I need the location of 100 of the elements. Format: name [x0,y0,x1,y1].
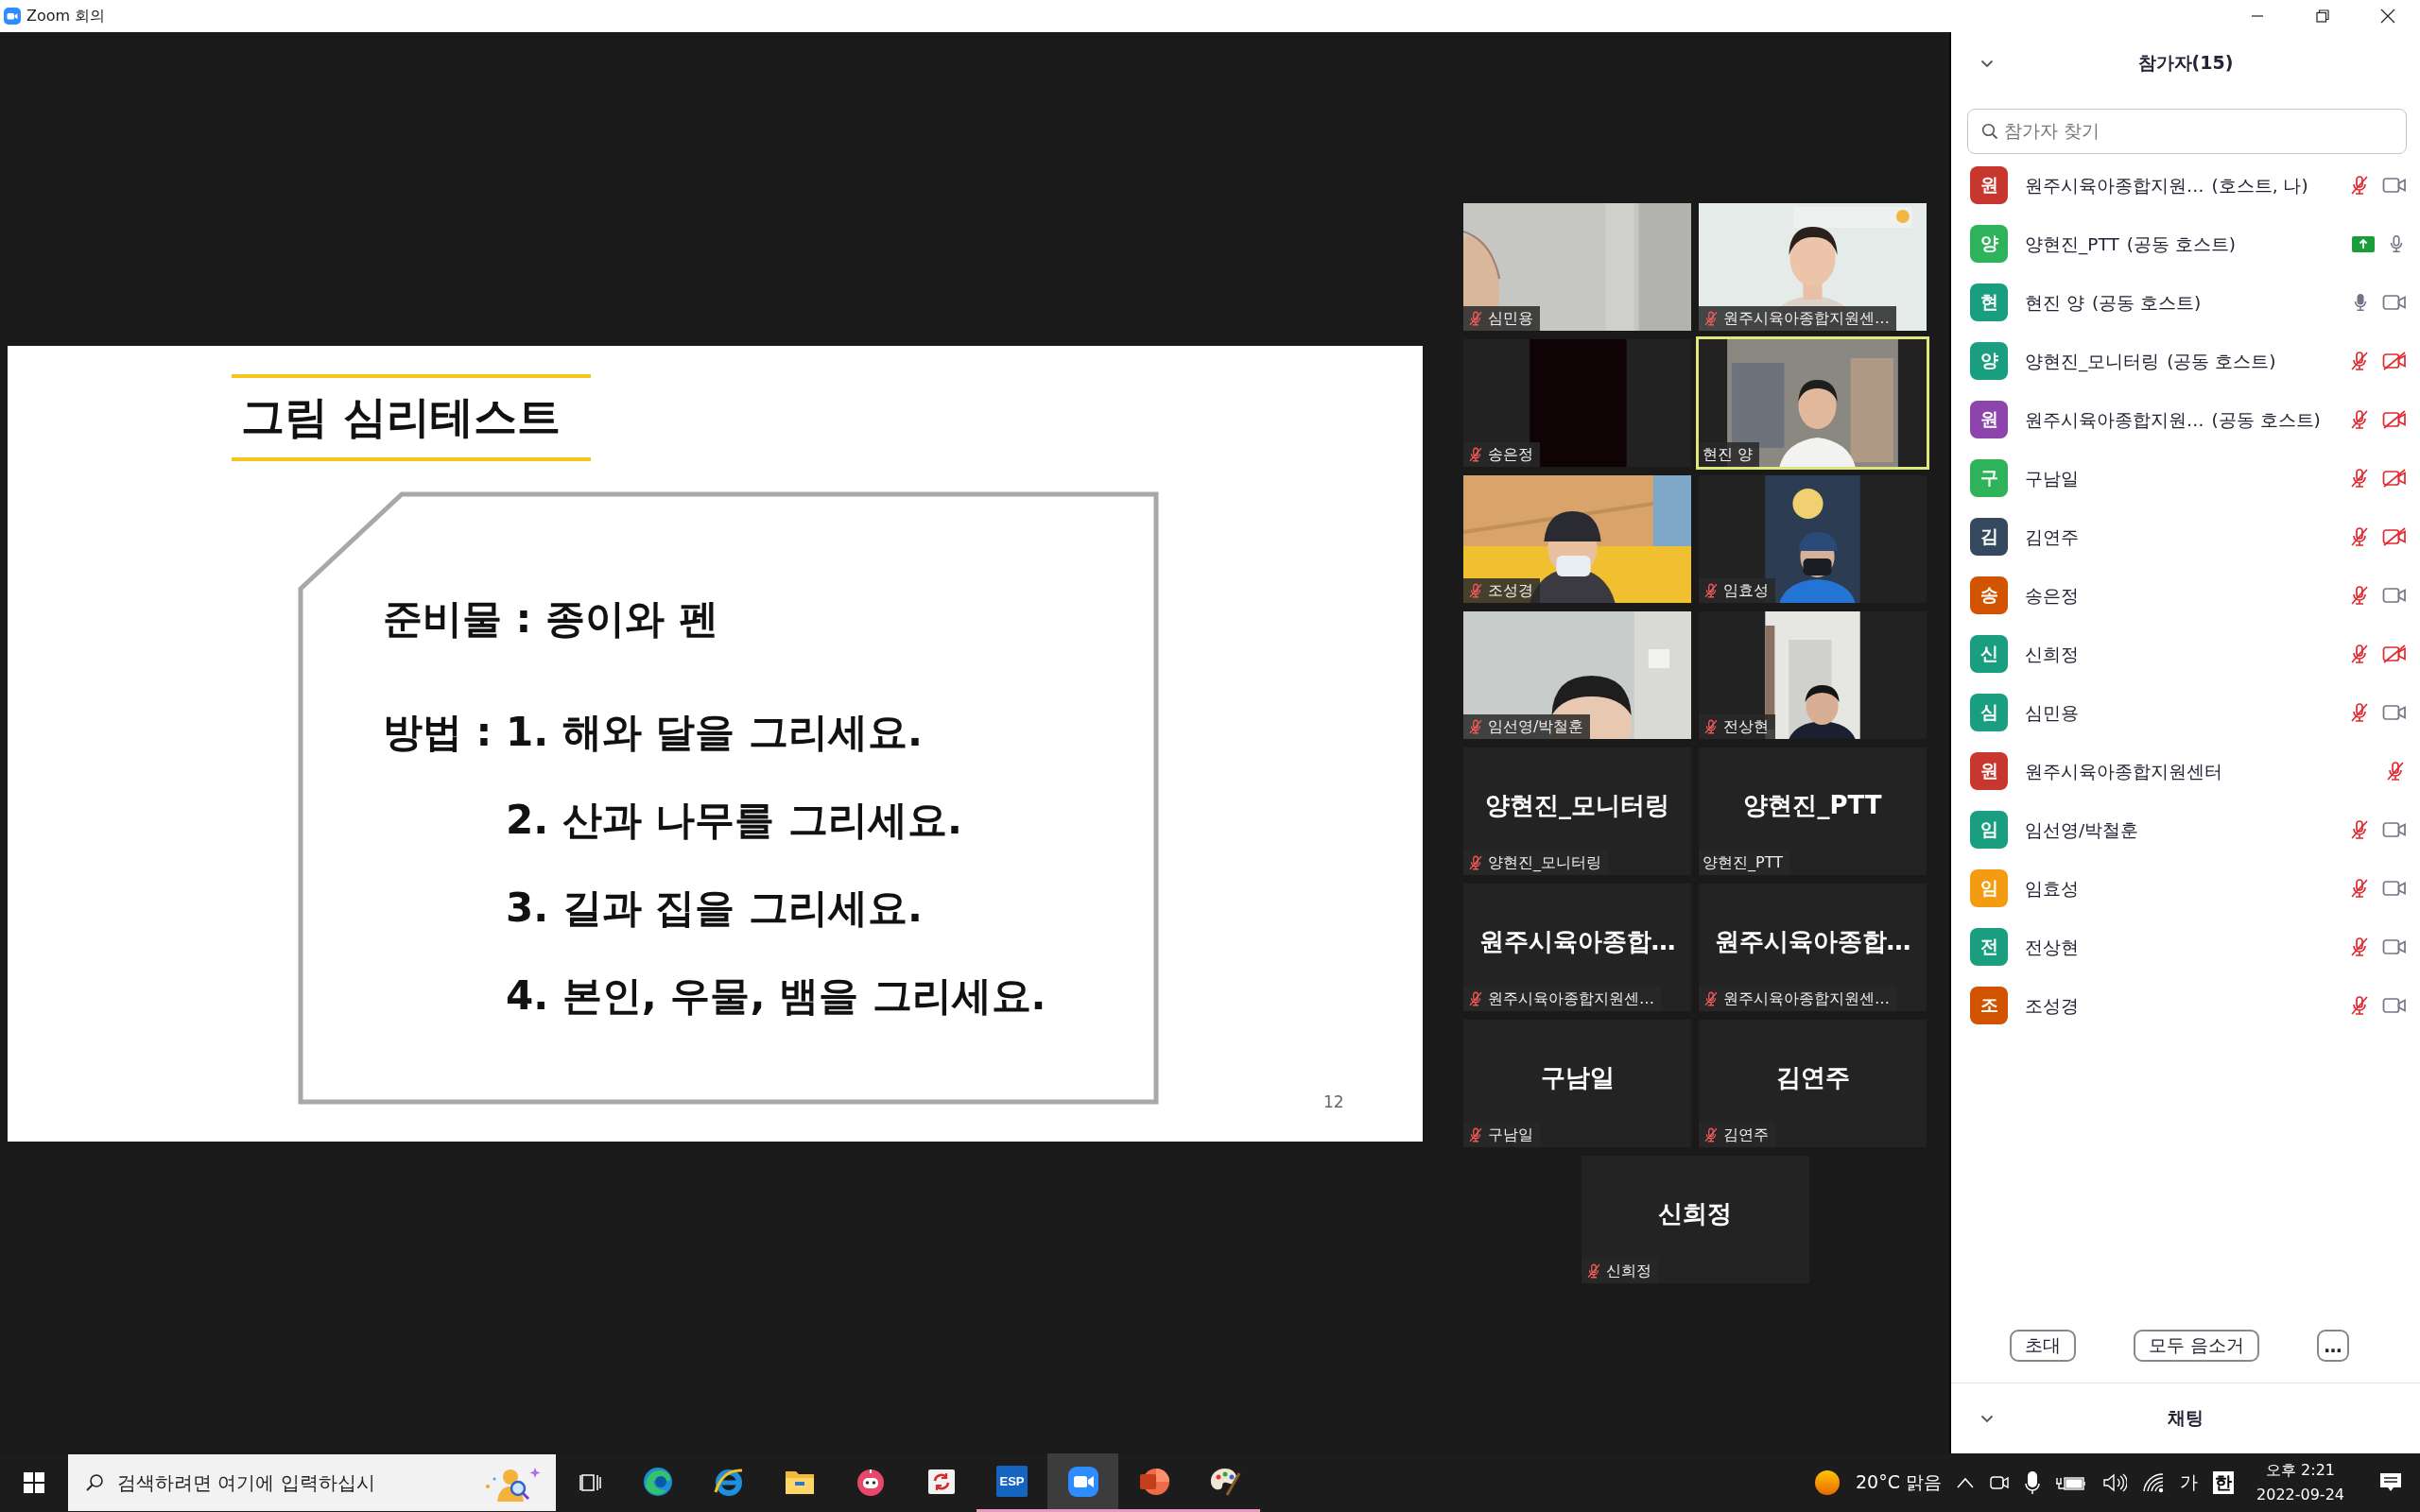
clock-time[interactable]: 오후 2:21 [2266,1458,2335,1483]
name-label: 신희정 [1581,1259,1658,1283]
participant-name: 전상현 [2025,936,2079,959]
video-tile[interactable]: 원주시육아종합지원센… [1699,203,1927,331]
avatar-initial: 양 [1970,342,2008,380]
participant-name: 송은정 [2025,584,2079,608]
participant-name: 원주시육아종합… [1478,926,1677,957]
name-label: 원주시육아종합지원센… [1463,987,1661,1011]
participant-row[interactable]: 양 양현진_PTT (공동 호스트) [1951,215,2420,273]
participant-name: 임선영/박철훈 [2025,818,2139,842]
edge-browser-icon [641,1465,674,1498]
video-tile[interactable]: 구남일 구남일 [1463,1020,1691,1147]
page-number: 12 [1323,1092,1344,1111]
restore-icon [2315,9,2329,23]
participant-row[interactable]: 임 임효성 [1951,859,2420,918]
name-label: 구남일 [1463,1123,1540,1147]
participant-name: 김연주 [1774,1062,1851,1093]
avatar-initial: 조 [1970,987,2008,1024]
name-label: 전상현 [1699,714,1775,739]
window-title: Zoom 회의 [26,6,106,26]
participant-row[interactable]: 원 원주시육아종합지원… (공동 호스트) [1951,390,2420,449]
video-tile[interactable]: 조성경 [1463,475,1691,603]
search-field[interactable]: 참가자 찾기 [1967,109,2407,154]
participant-name: 김연주 [2025,525,2079,549]
camera-logo-icon [4,8,21,25]
participant-row[interactable]: 신 신희정 [1951,625,2420,683]
esp-app-icon: ESP [996,1466,1028,1497]
invite-button[interactable]: 초대 [2010,1330,2076,1362]
windows-logo-icon [24,1472,44,1493]
taskbar-app-button[interactable] [1047,1453,1118,1512]
sun-icon [1814,1469,1841,1496]
video-tile[interactable]: 양현진_모니터링 양현진_모니터링 [1463,747,1691,875]
participant-name: 원주시육아종합지원… [2025,174,2204,198]
participant-name: 신희정 [1657,1198,1733,1229]
avatar-initial: 송 [1970,576,2008,614]
participant-name: 구남일 [2025,467,2079,490]
avatar-initial: 심 [1970,694,2008,731]
participant-name: 원주시육아종합지원센터 [2025,760,2222,783]
name-label: 원주시육아종합지원센… [1699,987,1896,1011]
participant-role: (공동 호스트) [2211,408,2321,432]
avatar-initial: 전 [1970,928,2008,966]
video-tile[interactable]: 양현진_PTT 양현진_PTT [1699,747,1927,875]
clock-date[interactable]: 2022-09-24 [2256,1483,2344,1507]
participant-row[interactable]: 양 양현진_모니터링 (공동 호스트) [1951,332,2420,390]
chevron-down-icon[interactable] [1980,59,1994,68]
participant-row[interactable]: 심 심민용 [1951,683,2420,742]
participant-row[interactable]: 원 원주시육아종합지원센터 [1951,742,2420,800]
participant-row[interactable]: 원 원주시육아종합지원… (호스트, 나) [1951,156,2420,215]
video-tile[interactable]: 신희정 신희정 [1581,1156,1809,1283]
chevron-up-icon[interactable] [1957,1477,1974,1488]
slide-title: 그림 심리테스트 [232,374,591,461]
participant-row[interactable]: 구 구남일 [1951,449,2420,507]
video-tile[interactable]: 원주시육아종합… 원주시육아종합지원센… [1463,884,1691,1011]
participant-row[interactable]: 현 현진 양 (공동 호스트) [1951,273,2420,332]
avatar-initial: 원 [1970,752,2008,790]
avatar-initial: 임 [1970,811,2008,849]
name-label: 현진 양 [1699,442,1760,467]
slide-text: 4. 본인, 우물, 뱀을 그리세요. [506,971,1046,1021]
participant-role: (공동 호스트) [2126,232,2236,256]
more-button[interactable]: … [2317,1330,2350,1362]
participant-row[interactable]: 김 김연주 [1951,507,2420,566]
participant-row[interactable]: 전 전상현 [1951,918,2420,976]
participant-name: 원주시육아종합지원… [2025,408,2204,432]
participant-name: 원주시육아종합… [1713,926,1912,957]
panel-title: 참가자(15) [2137,52,2234,73]
participant-name: 양현진_PTT [1742,790,1883,821]
task-view-icon [579,1472,602,1493]
mic-icon[interactable] [2025,1470,2040,1495]
video-tile[interactable]: 심민용 [1463,203,1691,331]
video-tile[interactable]: 현진 양 [1699,339,1927,467]
participant-row[interactable]: 임 임선영/박철훈 [1951,800,2420,859]
close-icon [2379,9,2395,24]
participant-row[interactable]: 조 조성경 [1951,976,2420,1035]
name-label: 김연주 [1699,1123,1775,1147]
weather-text[interactable]: 20°C 맑음 [1856,1470,1942,1495]
video-tile[interactable]: 임선영/박철훈 [1463,611,1691,739]
input-mode-text[interactable]: 가 [2180,1470,2198,1495]
participant-name: 신희정 [2025,643,2079,666]
participant-name: 양현진_모니터링 [2025,350,2160,373]
language-indicator[interactable]: 한 [2213,1471,2234,1494]
avatar-initial: 김 [1970,518,2008,556]
participant-name: 임효성 [2025,877,2079,901]
wifi-icon[interactable] [2142,1472,2165,1493]
slide-text: 1. 해와 달을 그리세요. [506,708,923,757]
video-camera-icon [1066,1465,1099,1498]
mute-all-button[interactable]: 모두 음소거 [2134,1330,2260,1362]
avatar-initial: 현 [1970,284,2008,321]
search-field[interactable]: 검색하려면 여기에 입력하십시 [68,1454,556,1511]
participant-role: (호스트, 나) [2211,174,2308,198]
chevron-down-icon[interactable] [1980,1414,1994,1423]
participant-role: (공동 호스트) [2091,291,2202,315]
participant-name: 조성경 [2025,994,2079,1018]
avatar-initial: 신 [1970,635,2008,673]
video-tile[interactable]: 김연주 김연주 [1699,1020,1927,1147]
participant-row[interactable]: 송 송은정 [1951,566,2420,625]
avatar-initial: 양 [1970,225,2008,263]
video-tile[interactable]: 원주시육아종합… 원주시육아종합지원센… [1699,884,1927,1011]
name-label: 임선영/박철훈 [1463,714,1591,739]
participant-name: 심민용 [2025,701,2079,725]
speaker-icon[interactable] [2102,1472,2127,1493]
